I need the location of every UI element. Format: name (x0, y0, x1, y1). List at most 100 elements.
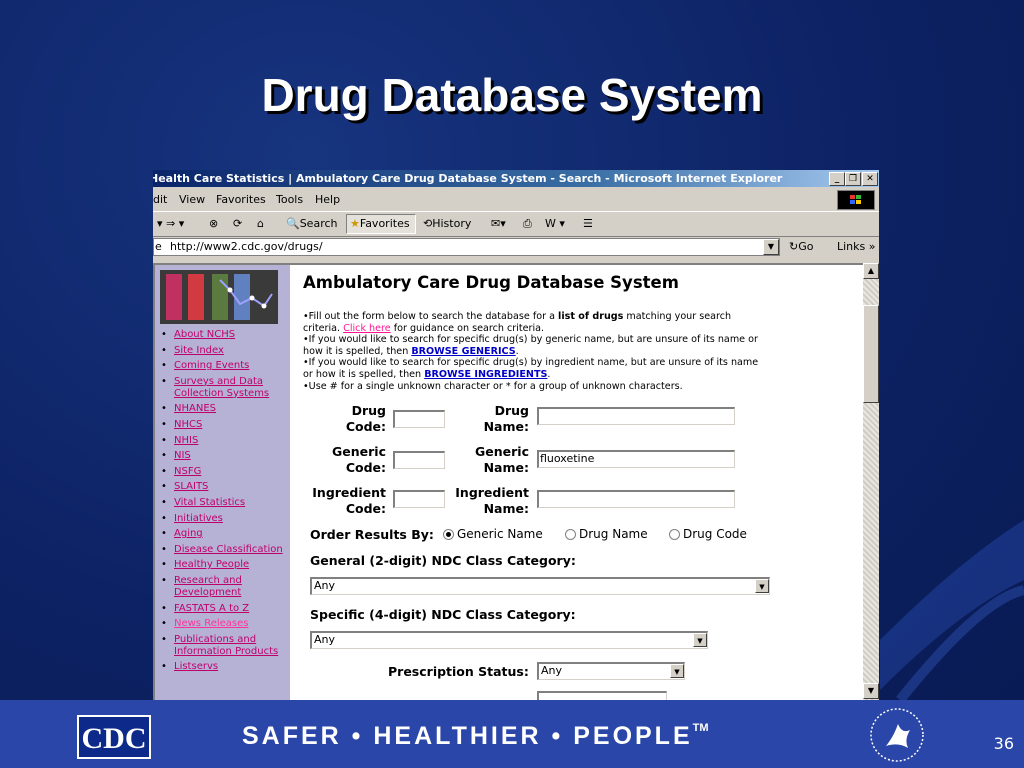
browse-ingredients-link[interactable]: BROWSE INGREDIENTS (424, 369, 547, 380)
sidebar-item-about-nchs[interactable]: About NCHS (158, 329, 290, 341)
page-icon: e (155, 240, 162, 253)
prescription-status-select[interactable]: Any ▼ (537, 662, 685, 680)
discuss-icon[interactable]: ☰ (583, 217, 593, 230)
menu-view[interactable]: View (179, 193, 205, 206)
address-bar: e http://www2.cdc.gov/drugs/ ▼ ↻Go Links… (153, 236, 879, 258)
order-drug-name-radio[interactable] (565, 529, 576, 540)
click-here-link[interactable]: Click here (343, 323, 391, 334)
sidebar-item-nsfg[interactable]: NSFG (158, 466, 290, 478)
search-label: Search (299, 217, 338, 230)
chevron-down-icon: ▼ (693, 633, 707, 647)
sidebar-item-research[interactable]: Research and Development (158, 575, 290, 599)
edit-icon[interactable]: W ▾ (545, 217, 565, 230)
sidebar-item-nhanes[interactable]: NHANES (158, 403, 290, 415)
sidebar-item-nis[interactable]: NIS (158, 450, 290, 462)
links-label[interactable]: Links » (837, 240, 875, 253)
order-generic-radio[interactable] (443, 529, 454, 540)
instruction-4: •Use # for a single unknown character or… (303, 380, 683, 392)
go-button[interactable]: ↻Go (789, 240, 813, 253)
order-generic-label: Generic Name (457, 527, 543, 541)
sidebar-item-disease-classification[interactable]: Disease Classification (158, 544, 290, 556)
drug-name-input[interactable] (537, 407, 735, 425)
address-text: http://www2.cdc.gov/drugs/ (170, 240, 323, 253)
browser-window: Health Care Statistics | Ambulatory Care… (153, 170, 879, 700)
stop-icon[interactable]: ⊗ (209, 217, 218, 230)
sidebar-item-listservs[interactable]: Listservs (158, 661, 290, 673)
specific-class-select[interactable]: Any ▼ (310, 631, 708, 649)
drug-code-input[interactable] (393, 410, 445, 428)
scroll-thumb[interactable] (863, 305, 879, 403)
chevron-down-icon: ▼ (755, 579, 769, 593)
sidebar-item-aging[interactable]: Aging (158, 528, 290, 540)
print-icon[interactable]: ⎙ (523, 217, 532, 231)
history-button[interactable]: ⟲History (423, 217, 471, 230)
home-icon[interactable]: ⌂ (257, 217, 264, 230)
search-button[interactable]: 🔍Search (286, 217, 338, 230)
sidebar-item-slaits[interactable]: SLAITS (158, 481, 290, 493)
search-form-area: Ambulatory Care Drug Database System •Fi… (303, 265, 863, 700)
ingredient-code-label: Ingredient Code: (312, 485, 386, 516)
generic-code-label: Generic Code: (332, 444, 386, 475)
sidebar-item-healthy-people[interactable]: Healthy People (158, 559, 290, 571)
history-icon: ⟲ (423, 217, 433, 230)
order-results-label: Order Results By: (310, 527, 434, 542)
sidebar-item-site-index[interactable]: Site Index (158, 345, 290, 357)
nchs-sidebar: About NCHS Site Index Coming Events Surv… (155, 265, 290, 700)
favorites-label-wrap: ★Favorites (350, 217, 410, 230)
sidebar-item-news-releases[interactable]: News Releases (158, 618, 290, 630)
order-drug-code-label: Drug Code (683, 527, 747, 541)
drug-name-label: Drug Name: (483, 403, 529, 434)
prescription-status-label: Prescription Status: (388, 664, 529, 679)
favorites-label: Favorites (359, 217, 410, 230)
refresh-icon[interactable]: ⟳ (233, 217, 242, 230)
mail-icon[interactable]: ✉▾ (491, 217, 506, 230)
page-number: 36 (993, 734, 1014, 753)
menu-favorites[interactable]: Favorites (216, 193, 266, 206)
favorites-icon: ★ (350, 217, 360, 230)
scroll-down-icon[interactable]: ▼ (863, 683, 879, 699)
history-label: History (432, 217, 472, 230)
window-titlebar: Health Care Statistics | Ambulatory Care… (153, 170, 879, 187)
sidebar-item-vital-statistics[interactable]: Vital Statistics (158, 497, 290, 509)
instructions: •Fill out the form below to search the d… (303, 311, 763, 392)
order-drug-code-radio[interactable] (669, 529, 680, 540)
generic-code-input[interactable] (393, 451, 445, 469)
instruction-1: •Fill out the form below to search the d… (303, 311, 732, 334)
page-heading: Ambulatory Care Drug Database System (303, 273, 679, 292)
close-button[interactable]: ✕ (862, 172, 878, 186)
order-drug-name-label: Drug Name (579, 527, 648, 541)
nchs-logo (160, 270, 278, 324)
slide-footer: CDC SAFER • HEALTHIER • PEOPLETM 36 (0, 700, 1024, 768)
sidebar-item-surveys[interactable]: Surveys and Data Collection Systems (158, 376, 290, 400)
sidebar-nav: About NCHS Site Index Coming Events Surv… (158, 329, 290, 677)
sidebar-item-publications[interactable]: Publications and Information Products (158, 634, 290, 658)
address-input[interactable]: e http://www2.cdc.gov/drugs/ ▼ (153, 238, 780, 256)
scroll-up-icon[interactable]: ▲ (863, 263, 879, 279)
ingredient-code-input[interactable] (393, 490, 445, 508)
address-dropdown-icon[interactable]: ▼ (763, 239, 779, 255)
sidebar-item-fastats[interactable]: FASTATS A to Z (158, 603, 290, 615)
sidebar-item-nhis[interactable]: NHIS (158, 435, 290, 447)
go-arrow-icon: ↻ (789, 240, 799, 253)
general-class-select[interactable]: Any ▼ (310, 577, 770, 595)
vertical-scrollbar[interactable]: ▲ ▼ (863, 263, 879, 700)
sidebar-item-nhcs[interactable]: NHCS (158, 419, 290, 431)
specific-class-label: Specific (4-digit) NDC Class Category: (310, 607, 576, 622)
back-icon[interactable]: ▾ ⇒ ▾ (157, 217, 184, 230)
slide-title: Drug Database System (261, 69, 763, 121)
hhs-eagle-icon (870, 708, 924, 762)
minimize-button[interactable]: _ (829, 172, 845, 186)
menu-tools[interactable]: Tools (276, 193, 303, 206)
restore-button[interactable]: ❐ (845, 172, 861, 186)
ingredient-name-input[interactable] (537, 490, 735, 508)
page-viewport: About NCHS Site Index Coming Events Surv… (153, 263, 865, 700)
menu-bar: dit View Favorites Tools Help (153, 189, 879, 210)
browse-generics-link[interactable]: BROWSE GENERICS (411, 346, 515, 357)
next-select-partial[interactable] (537, 691, 667, 700)
menu-edit[interactable]: dit (153, 193, 167, 206)
sidebar-item-coming-events[interactable]: Coming Events (158, 360, 290, 372)
generic-name-input[interactable]: fluoxetine (537, 450, 735, 468)
sidebar-item-initiatives[interactable]: Initiatives (158, 513, 290, 525)
menu-help[interactable]: Help (315, 193, 340, 206)
toolbar: ▾ ⇒ ▾ ⊗ ⟳ ⌂ 🔍Search ★Favorites ⟲History … (153, 211, 879, 237)
